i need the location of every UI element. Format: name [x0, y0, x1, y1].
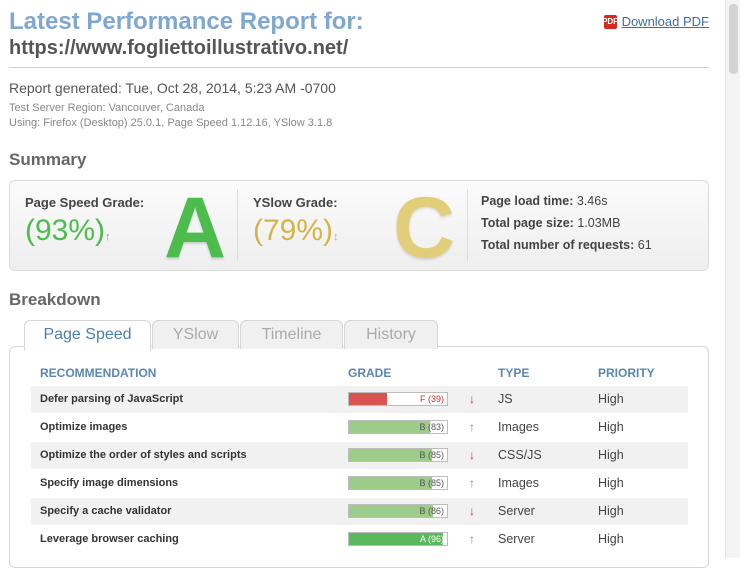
type-value: JS [498, 392, 513, 406]
table-row[interactable]: Optimize the order of styles and scripts… [31, 442, 688, 469]
grade-value: B (83) [419, 422, 444, 432]
column-header-recommendation[interactable]: RECOMMENDATION [40, 366, 156, 380]
column-header-grade[interactable]: GRADE [348, 366, 391, 380]
grade-bar: B (86) [348, 504, 448, 518]
download-pdf-label[interactable]: Download PDF [622, 14, 709, 29]
summary-heading: Summary [9, 150, 87, 169]
grade-value: A (96) [419, 534, 444, 544]
pagespeed-score: (93%)↑ [25, 213, 111, 255]
recommendation-text[interactable]: Specify a cache validator [40, 498, 171, 525]
pdf-icon: PDF [602, 14, 618, 29]
trend-updown-icon: ↕ [333, 231, 339, 243]
table-row[interactable]: Specify a cache validator B (86) ↓ Serve… [31, 498, 688, 525]
stat-total-page-size: Total page size: 1.03MB [481, 216, 621, 230]
summary-divider [237, 189, 238, 261]
recommendation-text[interactable]: Optimize the order of styles and scripts [40, 442, 247, 469]
stat-page-load-time: Page load time: 3.46s [481, 194, 608, 208]
priority-value: High [598, 392, 624, 406]
grade-bar: B (83) [348, 420, 448, 434]
tab-timeline[interactable]: Timeline [240, 320, 343, 349]
summary-panel: Page Speed Grade: (93%)↑ A YSlow Grade: … [9, 180, 709, 271]
column-header-priority[interactable]: PRIORITY [598, 366, 655, 380]
trend-up-icon: ↑ [469, 420, 475, 434]
recommendation-text[interactable]: Specify image dimensions [40, 470, 178, 497]
priority-value: High [598, 448, 624, 462]
grade-value: B (85) [419, 450, 444, 460]
trend-down-icon: ↓ [469, 392, 475, 406]
grade-bar: B (85) [348, 476, 448, 490]
grade-bar-fill [349, 421, 431, 433]
header-divider [9, 67, 709, 68]
tab-yslow[interactable]: YSlow [152, 320, 239, 349]
column-header-type[interactable]: TYPE [498, 366, 529, 380]
summary-divider [467, 189, 468, 261]
priority-value: High [598, 476, 624, 490]
priority-value: High [598, 420, 624, 434]
trend-down-icon: ↓ [469, 504, 475, 518]
trend-up-icon: ↑ [469, 476, 475, 490]
pagespeed-letter-grade: A [164, 180, 227, 276]
type-value: Images [498, 420, 539, 434]
scrollbar-track[interactable] [725, 0, 740, 558]
pagespeed-score-value: (93%) [25, 214, 106, 247]
page-title: Latest Performance Report for: [9, 8, 364, 35]
yslow-letter-grade: C [393, 180, 456, 276]
recommendation-text[interactable]: Defer parsing of JavaScript [40, 386, 183, 413]
test-server-region: Test Server Region: Vancouver, Canada [9, 102, 205, 114]
table-row[interactable]: Optimize images B (83) ↑ Images High [31, 414, 688, 441]
table-row[interactable]: Defer parsing of JavaScript F (39) ↓ JS … [31, 386, 688, 413]
grade-bar-fill [349, 393, 388, 405]
yslow-score-value: (79%) [253, 214, 334, 247]
breakdown-heading: Breakdown [9, 290, 101, 309]
trend-up-icon: ↑ [105, 231, 111, 243]
grade-value: F (39) [419, 394, 444, 404]
download-pdf-link[interactable]: PDF Download PDF [602, 14, 709, 29]
scrollbar-thumb[interactable] [729, 4, 738, 74]
test-tools: Using: Firefox (Desktop) 25.0.1, Page Sp… [9, 117, 333, 129]
grade-bar: F (39) [348, 392, 448, 406]
recommendation-text[interactable]: Optimize images [40, 414, 127, 441]
recommendation-text[interactable]: Leverage browser caching [40, 526, 179, 553]
priority-value: High [598, 532, 624, 546]
type-value: Server [498, 532, 535, 546]
type-value: CSS/JS [498, 448, 542, 462]
tab-page-speed[interactable]: Page Speed [24, 320, 151, 351]
report-url: https://www.fogliettoillustrativo.net/ [9, 37, 349, 59]
yslow-grade-label: YSlow Grade: [253, 195, 338, 210]
grade-bar: B (85) [348, 448, 448, 462]
grade-value: B (85) [419, 478, 444, 488]
type-value: Images [498, 476, 539, 490]
priority-value: High [598, 504, 624, 518]
stat-total-requests: Total number of requests: 61 [481, 238, 652, 252]
table-row[interactable]: Leverage browser caching A (96) ↑ Server… [31, 526, 688, 553]
grade-value: B (86) [419, 506, 444, 516]
yslow-score: (79%)↕ [253, 213, 339, 255]
pagespeed-grade-label: Page Speed Grade: [25, 195, 145, 210]
grade-bar: A (96) [348, 532, 448, 546]
trend-down-icon: ↓ [469, 448, 475, 462]
table-row[interactable]: Specify image dimensions B (85) ↑ Images… [31, 470, 688, 497]
trend-up-icon: ↑ [469, 532, 475, 546]
report-generated: Report generated: Tue, Oct 28, 2014, 5:2… [9, 80, 336, 96]
tab-history[interactable]: History [344, 320, 438, 349]
type-value: Server [498, 504, 535, 518]
